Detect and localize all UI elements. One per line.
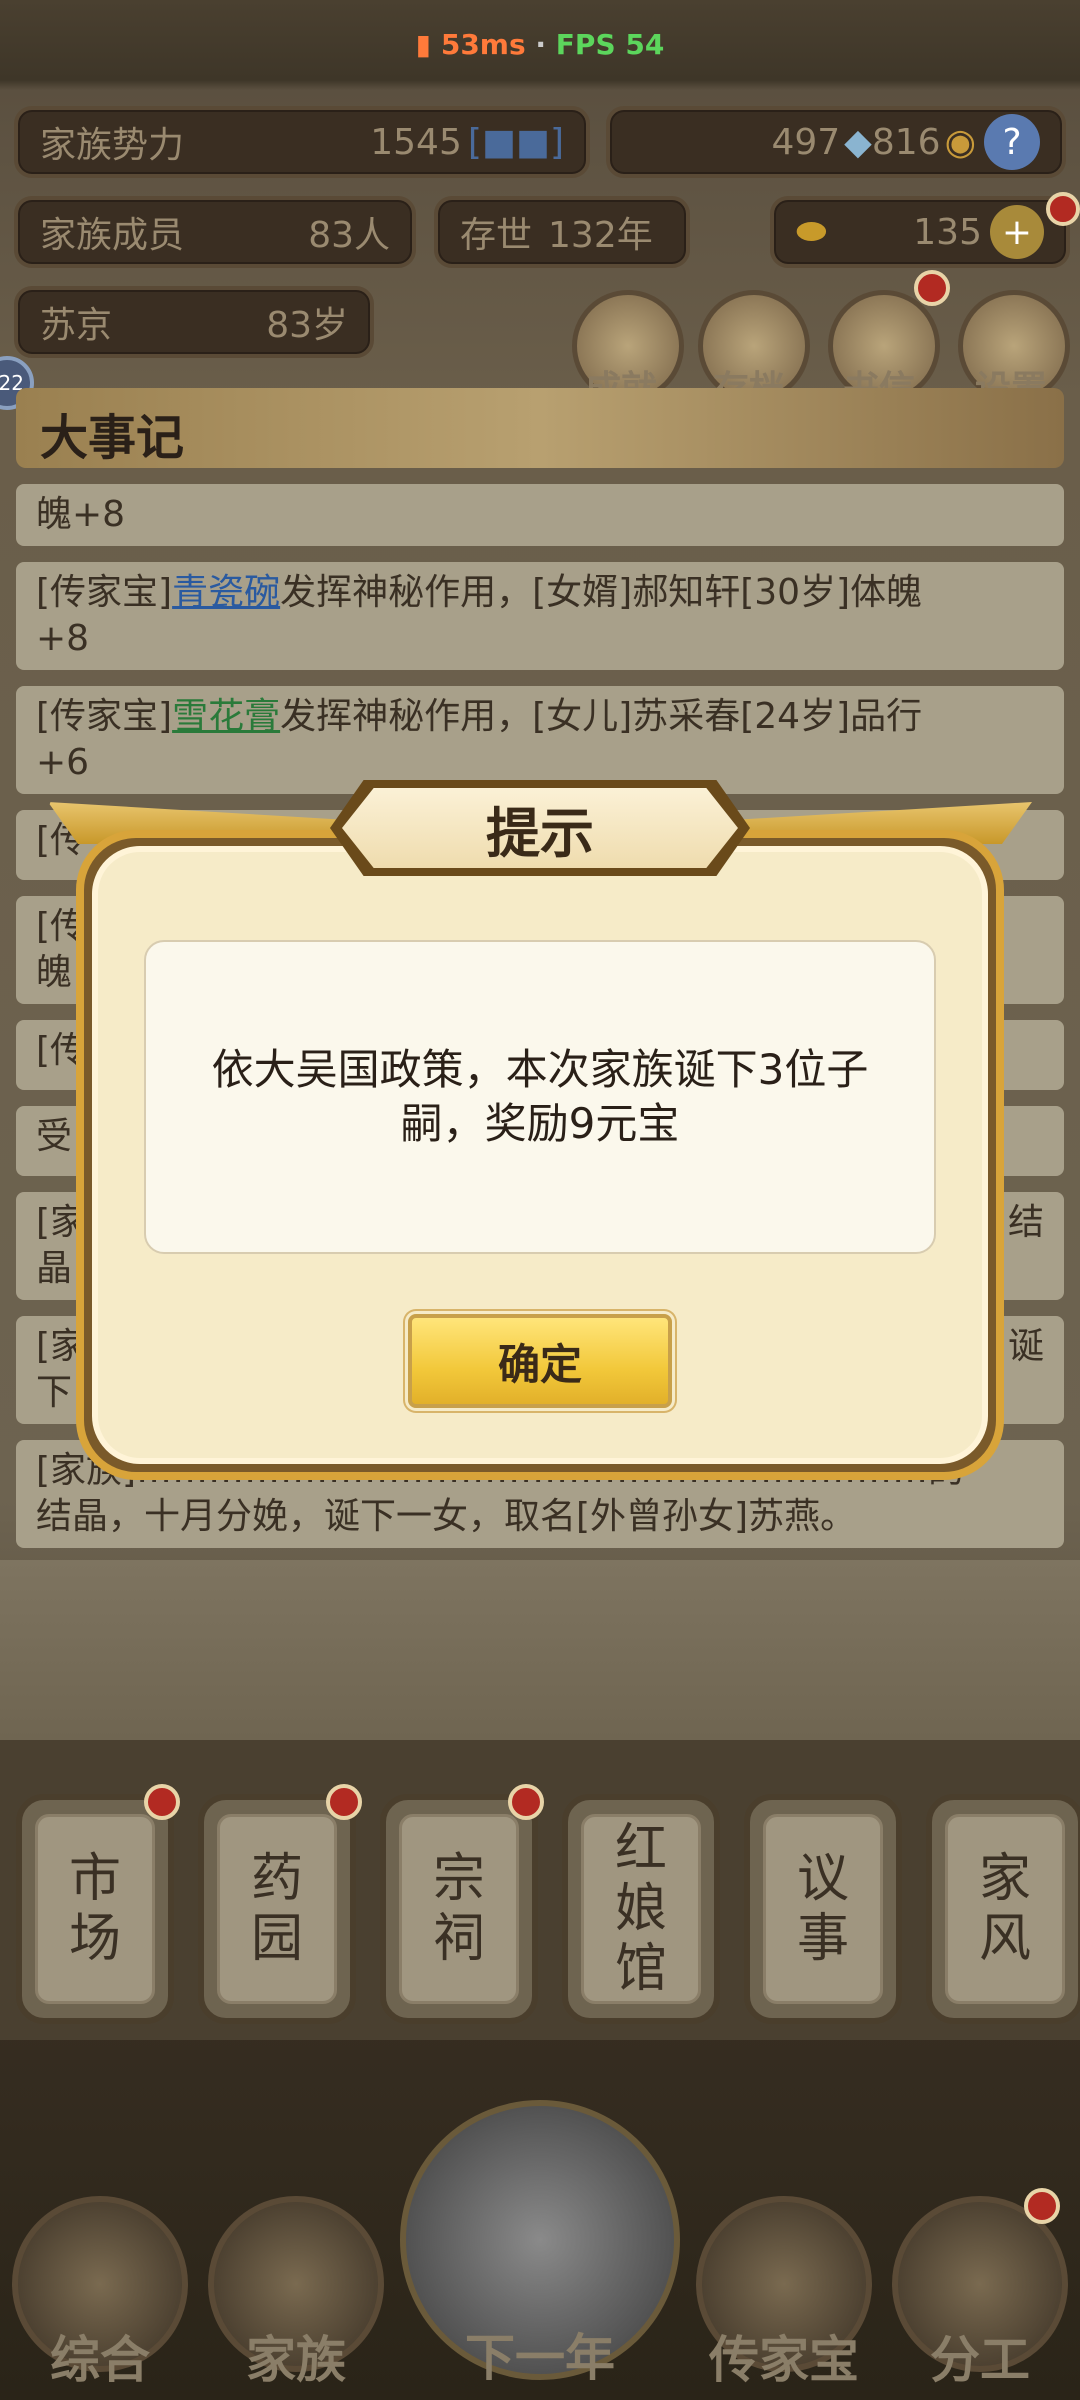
tab-char: 场 xyxy=(68,1909,121,1969)
log-row: 魄+8 xyxy=(16,484,1064,546)
game-screen: ▮ 53ms · FPS 54 家族势力 1545 [■■] 497 ◆ 816… xyxy=(0,0,1080,2400)
coin-value: 816 xyxy=(871,121,941,163)
market-notification-dot xyxy=(144,1784,180,1820)
family-power-label: 家族势力 xyxy=(40,125,185,166)
years-value: 132年 xyxy=(548,215,653,256)
leader-age: 83岁 xyxy=(266,305,348,346)
nav-next-year-label: 下一年 xyxy=(465,2329,615,2387)
tab-char: 议 xyxy=(796,1849,849,1909)
tab-char: 娘 xyxy=(614,1879,667,1939)
tab-char: 药 xyxy=(250,1849,303,1909)
herb-garden-notification-dot xyxy=(326,1784,362,1820)
event-log-title: 大事记 xyxy=(16,388,1064,468)
log-text: +6 xyxy=(36,742,90,783)
log-text: [传家宝] xyxy=(36,696,173,737)
gold-pill[interactable]: ⬬ 135 + xyxy=(770,196,1070,268)
leader-name: 苏京 xyxy=(40,305,113,346)
log-text: 发挥神秘作用，[女儿]苏采春[24岁]品行 xyxy=(280,696,923,737)
nav-overview-label: 综合 xyxy=(50,2331,150,2389)
tab-char: 红 xyxy=(614,1819,667,1879)
tab-ancestral-hall[interactable]: 宗祠 xyxy=(380,1794,538,2024)
log-text: 诞 xyxy=(1007,1326,1044,1367)
performance-overlay: ▮ 53ms · FPS 54 xyxy=(0,28,1080,61)
add-gold-icon[interactable]: + xyxy=(990,205,1044,259)
log-row: [传家宝]雪花膏发挥神秘作用，[女儿]苏采春[24岁]品行 +6 xyxy=(16,686,1064,794)
nav-family-label: 家族 xyxy=(246,2331,346,2389)
tab-herb-garden[interactable]: 药园 xyxy=(198,1794,356,2024)
tab-char: 风 xyxy=(978,1909,1031,1969)
heirloom-link[interactable]: 雪花膏 xyxy=(172,696,280,737)
gold-ingot-icon: ⬬ xyxy=(796,211,827,252)
separator: · xyxy=(535,28,547,61)
tab-char: 事 xyxy=(796,1909,849,1969)
years-label: 存世 xyxy=(460,215,533,256)
dialog-title: 提示 xyxy=(342,788,738,868)
village-scenery xyxy=(0,1560,1080,1750)
log-row: [传家宝]青瓷碗发挥神秘作用，[女婿]郝知轩[30岁]体魄 +8 xyxy=(16,562,1064,670)
log-text: 发挥神秘作用，[女婿]郝知轩[30岁]体魄 xyxy=(280,572,923,613)
leader-pill[interactable]: 苏京 83岁 xyxy=(14,286,374,358)
nav-heirloom-label: 传家宝 xyxy=(709,2331,859,2389)
tab-market[interactable]: 市场 xyxy=(16,1794,174,2024)
tab-council[interactable]: 议事 xyxy=(744,1794,902,2024)
log-text: 魄+8 xyxy=(36,494,126,535)
log-text: +8 xyxy=(36,618,90,659)
log-text: 结 xyxy=(1007,1202,1044,1243)
tab-char: 馆 xyxy=(614,1939,667,1999)
tab-char: 家 xyxy=(978,1849,1031,1909)
signal-icon: ▮ xyxy=(415,28,432,61)
family-power-value: 1545 xyxy=(370,121,462,163)
confirm-button[interactable]: 确定 xyxy=(408,1314,672,1408)
silver-icon: ◆ xyxy=(844,121,872,163)
tab-char: 园 xyxy=(250,1909,303,1969)
gold-notification-dot xyxy=(1046,192,1080,226)
ping-value: 53ms xyxy=(440,28,526,61)
letters-notification-dot xyxy=(914,270,950,306)
coin-icon: ◉ xyxy=(944,121,976,163)
gold-value: 135 xyxy=(913,211,982,253)
log-text: 受 xyxy=(36,1116,73,1157)
help-icon[interactable]: ? xyxy=(984,114,1040,170)
tab-char: 祠 xyxy=(432,1909,485,1969)
log-text: 下 xyxy=(36,1372,73,1413)
ancestral-hall-notification-dot xyxy=(508,1784,544,1820)
log-text: 晶 xyxy=(36,1248,73,1289)
tab-matchmaker[interactable]: 红娘馆 xyxy=(562,1794,720,2024)
tab-char: 市 xyxy=(68,1849,121,1909)
family-power-rank: [■■] xyxy=(467,121,564,163)
log-text: [传家宝] xyxy=(36,572,173,613)
log-text: 魄 xyxy=(36,952,73,993)
fps-value: FPS 54 xyxy=(555,28,665,61)
division-notification-dot xyxy=(1024,2188,1060,2224)
members-value: 83人 xyxy=(308,215,390,256)
silver-value: 497 xyxy=(771,121,841,163)
dialog-message: 依大吴国政策，本次家族诞下3位子嗣，奖励9元宝 xyxy=(144,940,936,1254)
tab-family-style[interactable]: 家风 xyxy=(926,1794,1080,2024)
tab-char: 宗 xyxy=(432,1849,485,1909)
heirloom-link[interactable]: 青瓷碗 xyxy=(172,572,280,613)
log-text: 结晶，十月分娩，诞下一女，取名[外曾孙女]苏燕。 xyxy=(36,1496,857,1537)
currency-pill[interactable]: 497 ◆ 816 ◉ ? xyxy=(606,106,1066,178)
years-pill: 存世 132年 xyxy=(434,196,690,268)
nav-division-label: 分工 xyxy=(930,2331,1030,2389)
members-pill[interactable]: 家族成员 83人 xyxy=(14,196,416,268)
members-label: 家族成员 xyxy=(40,215,185,256)
family-power-pill[interactable]: 家族势力 1545 [■■] xyxy=(14,106,590,178)
